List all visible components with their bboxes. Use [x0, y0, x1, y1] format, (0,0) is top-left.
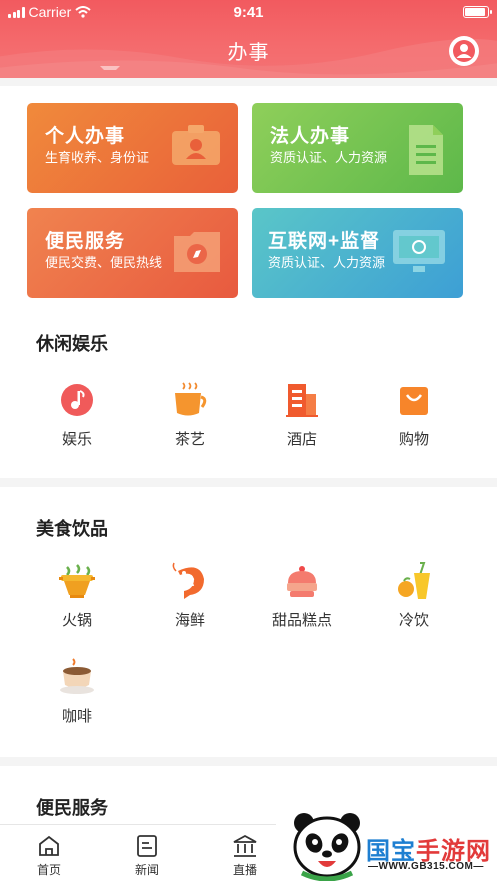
- hotel-building-icon: [282, 380, 322, 420]
- coffee-icon: [57, 657, 97, 697]
- card-convenience-services[interactable]: 便民服务 便民交费、便民热线: [27, 208, 238, 298]
- cake-icon: [282, 561, 322, 601]
- shopping-bag-icon: [394, 380, 434, 420]
- card-internet-supervision[interactable]: 互联网+监督 资质认证、人力资源: [252, 208, 463, 298]
- status-time: 9:41: [233, 4, 264, 21]
- shrimp-icon: [170, 561, 210, 601]
- item-label: 甜品糕点: [271, 612, 332, 629]
- tab-live[interactable]: 直播: [220, 833, 270, 878]
- item-label: 娱乐: [61, 431, 92, 448]
- card-personal-affairs[interactable]: 个人办事 生育收养、身份证: [27, 103, 238, 193]
- card-title: 互联网+监督: [268, 231, 381, 252]
- food-item-seafood[interactable]: 海鲜: [140, 561, 240, 630]
- page-title: 办事: [227, 42, 270, 64]
- main-services-panel: 个人办事 生育收养、身份证 法人办事 资质认证、人力资源 便民服务 便民交费、便…: [0, 86, 497, 478]
- cold-drink-icon: [394, 561, 434, 601]
- id-card-icon: [172, 125, 220, 165]
- home-icon: [24, 833, 74, 859]
- watermark-url: —WWW.GB315.COM—: [368, 861, 484, 872]
- music-note-icon: [57, 380, 97, 420]
- document-icon: [409, 125, 443, 175]
- item-label: 购物: [398, 431, 429, 448]
- section-title-leisure: 休闲娱乐: [36, 334, 108, 354]
- leisure-item-entertainment[interactable]: 娱乐: [27, 380, 127, 449]
- institution-icon: [220, 833, 270, 859]
- card-title: 个人办事: [45, 126, 126, 147]
- battery-icon: [463, 6, 492, 18]
- card-legal-affairs[interactable]: 法人办事 资质认证、人力资源: [252, 103, 463, 193]
- folder-compass-icon: [174, 232, 220, 272]
- user-circle-icon[interactable]: [449, 36, 479, 66]
- news-icon: [122, 833, 172, 859]
- tab-label: 直播: [232, 863, 257, 877]
- food-item-coffee[interactable]: 咖啡: [27, 657, 127, 726]
- monitor-icon: [393, 230, 445, 272]
- tab-news[interactable]: 新闻: [122, 833, 172, 878]
- item-label: 酒店: [286, 431, 317, 448]
- item-label: 茶艺: [174, 431, 205, 448]
- card-subtitle: 生育收养、身份证: [45, 150, 150, 165]
- leisure-item-tea[interactable]: 茶艺: [140, 380, 240, 449]
- tea-cup-icon: [170, 380, 210, 420]
- watermark: 国宝手游网 —WWW.GB315.COM—: [276, 797, 497, 883]
- card-subtitle: 资质认证、人力资源: [270, 150, 388, 165]
- status-bar: Carrier 9:41: [0, 0, 497, 24]
- leisure-item-shopping[interactable]: 购物: [364, 380, 464, 449]
- hotpot-icon: [57, 561, 97, 601]
- item-label: 海鲜: [174, 612, 205, 629]
- tab-label: 首页: [36, 863, 61, 877]
- food-item-hotpot[interactable]: 火锅: [27, 561, 127, 630]
- card-title: 便民服务: [45, 231, 126, 252]
- card-subtitle: 资质认证、人力资源: [268, 255, 386, 270]
- leisure-item-hotel[interactable]: 酒店: [252, 380, 352, 449]
- section-title-service: 便民服务: [36, 798, 108, 818]
- panda-logo: [293, 813, 361, 881]
- card-subtitle: 便民交费、便民热线: [45, 255, 163, 270]
- item-label: 冷饮: [398, 612, 429, 629]
- item-label: 火锅: [61, 612, 92, 629]
- section-title-food: 美食饮品: [36, 519, 108, 539]
- food-drink-panel: 美食饮品 火锅 海鲜 甜品糕点 冷饮 咖啡: [0, 487, 497, 757]
- food-item-dessert[interactable]: 甜品糕点: [252, 561, 352, 630]
- app-header: Carrier 9:41 办事: [0, 0, 497, 78]
- tab-home[interactable]: 首页: [24, 833, 74, 878]
- food-item-cold-drink[interactable]: 冷饮: [364, 561, 464, 630]
- item-label: 咖啡: [61, 708, 92, 725]
- card-title: 法人办事: [270, 126, 351, 147]
- tab-label: 新闻: [134, 863, 159, 877]
